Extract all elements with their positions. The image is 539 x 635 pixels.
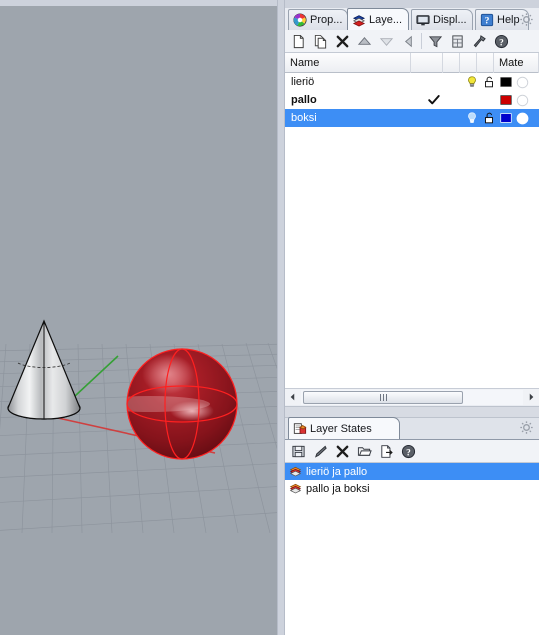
column-header-lock[interactable] — [460, 52, 477, 73]
layer-color-swatch[interactable] — [497, 92, 514, 108]
unlock-icon[interactable] — [480, 74, 497, 90]
tab-layers-label: Laye... — [369, 13, 403, 26]
save-disk-icon[interactable] — [287, 441, 309, 462]
gear-icon[interactable] — [519, 420, 534, 435]
new-layer-button[interactable] — [287, 31, 309, 52]
hammer-icon[interactable] — [468, 31, 490, 52]
layer-state-icon — [289, 464, 302, 480]
table-row[interactable]: pallo — [285, 91, 539, 109]
table-row[interactable]: lieriö — [285, 73, 539, 91]
edit-pencil-icon[interactable] — [309, 441, 331, 462]
layers-icon — [352, 13, 366, 27]
svg-text:?: ? — [485, 16, 490, 27]
sheet-icon[interactable] — [446, 31, 468, 52]
export-icon[interactable] — [375, 441, 397, 462]
gear-icon[interactable] — [519, 12, 534, 27]
tab-properties[interactable]: Prop... — [288, 9, 348, 30]
layers-horizontal-scrollbar[interactable] — [285, 388, 539, 405]
grip-icon — [382, 393, 384, 401]
tab-help-label: Help — [497, 14, 520, 26]
svg-text:?: ? — [499, 38, 504, 48]
dock-top-strip — [285, 0, 539, 8]
scrollbar-track[interactable] — [301, 389, 523, 405]
column-header-name[interactable]: Name — [285, 52, 411, 73]
monitor-icon — [416, 13, 430, 27]
list-item[interactable]: lieriö ja pallo — [285, 463, 539, 480]
layer-states-icon — [293, 422, 307, 436]
svg-text:?: ? — [406, 448, 411, 458]
delete-x-icon[interactable] — [331, 441, 353, 462]
help-question-icon[interactable]: ? — [490, 31, 512, 52]
unlock-icon[interactable] — [480, 110, 497, 126]
list-item[interactable]: pallo ja boksi — [285, 480, 539, 497]
column-header-current[interactable] — [411, 52, 443, 73]
arrow-left-icon[interactable] — [285, 390, 301, 405]
tab-display-label: Displ... — [433, 14, 467, 26]
arrow-right-icon[interactable] — [523, 390, 539, 405]
table-row[interactable]: boksi — [285, 109, 539, 127]
move-left-button[interactable] — [397, 31, 419, 52]
tab-layer-states-label: Layer States — [310, 422, 372, 435]
layer-name: pallo — [291, 94, 317, 106]
material-swatch[interactable] — [514, 92, 531, 108]
layer-states-panel: Layer States ? lieriö ja pallo pallo ja … — [285, 417, 539, 635]
layers-list[interactable]: Name Mate lieriö pallo boksi — [285, 52, 539, 388]
color-wheel-icon — [293, 13, 307, 27]
lightbulb-on-icon[interactable] — [463, 110, 480, 126]
column-header-color[interactable] — [477, 52, 494, 73]
material-swatch[interactable] — [514, 110, 531, 126]
copy-layer-button[interactable] — [309, 31, 331, 52]
layers-rows: lieriö pallo boksi — [285, 73, 539, 388]
layer-states-tab-strip: Layer States — [285, 417, 539, 440]
layers-column-header: Name Mate — [285, 52, 539, 73]
lightbulb-on-icon[interactable] — [463, 74, 480, 90]
layer-states-toolbar: ? — [285, 440, 539, 463]
application-window: Prop... Laye... Displ... ? Help ? Name M… — [0, 0, 539, 635]
help-question-icon[interactable]: ? — [397, 441, 419, 462]
funnel-filter-icon[interactable] — [424, 31, 446, 52]
layer-states-list[interactable]: lieriö ja pallo pallo ja boksi — [285, 463, 539, 497]
material-swatch[interactable] — [514, 74, 531, 90]
tab-properties-label: Prop... — [310, 14, 343, 26]
layer-states-body: ? lieriö ja pallo pallo ja boksi — [285, 440, 539, 635]
panel-tab-strip: Prop... Laye... Displ... ? Help — [285, 8, 539, 30]
toolbar-separator — [421, 33, 422, 49]
layer-color-swatch[interactable] — [497, 110, 514, 126]
layer-state-name: pallo ja boksi — [306, 482, 370, 495]
delete-layer-button[interactable] — [331, 31, 353, 52]
tab-layer-states[interactable]: Layer States — [288, 417, 400, 439]
layer-name: boksi — [291, 112, 317, 124]
tab-layers[interactable]: Laye... — [347, 8, 409, 30]
move-up-button[interactable] — [353, 31, 375, 52]
grip-icon — [379, 393, 381, 401]
layer-state-icon — [289, 481, 302, 497]
layer-state-name: lieriö ja pallo — [306, 465, 368, 478]
panel-splitter[interactable] — [277, 0, 285, 635]
column-header-material[interactable]: Mate — [494, 52, 539, 73]
grip-icon — [385, 393, 387, 401]
move-down-button[interactable] — [375, 31, 397, 52]
layers-toolbar: ? — [285, 30, 539, 53]
viewport-3d-scene[interactable] — [0, 6, 277, 635]
right-dock-panel: Prop... Laye... Displ... ? Help ? Name M… — [285, 0, 539, 635]
folder-open-icon[interactable] — [353, 441, 375, 462]
current-layer-check-icon[interactable] — [425, 92, 442, 108]
perspective-viewport[interactable] — [0, 0, 277, 635]
tab-display[interactable]: Displ... — [411, 9, 473, 30]
help-question-icon: ? — [480, 13, 494, 27]
column-header-on[interactable] — [443, 52, 460, 73]
layer-name: lieriö — [291, 76, 315, 88]
layer-color-swatch[interactable] — [497, 74, 514, 90]
scrollbar-thumb[interactable] — [303, 390, 463, 404]
